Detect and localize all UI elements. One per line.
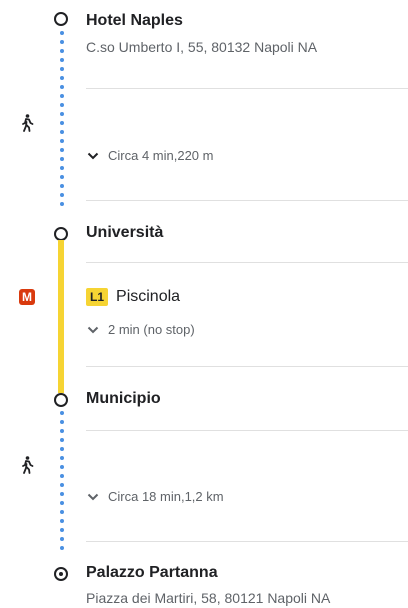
divider xyxy=(86,262,408,263)
destination-marker-icon xyxy=(54,567,68,581)
line-badge: L1 xyxy=(86,288,109,306)
chevron-down-icon xyxy=(87,493,99,500)
municipio-stop-marker xyxy=(54,393,68,407)
divider xyxy=(86,430,408,431)
origin-name[interactable]: Hotel Naples xyxy=(86,12,183,30)
metro-icon: M xyxy=(19,289,35,305)
municipio-stop-name[interactable]: Municipio xyxy=(86,390,161,408)
universita-stop-name[interactable]: Università xyxy=(86,224,163,242)
divider xyxy=(86,200,408,201)
universita-stop-marker xyxy=(54,227,68,241)
transit-summary: 2 min (no stop) xyxy=(108,322,195,337)
walk-1-expander[interactable]: Circa 4 min,220 m xyxy=(86,148,213,163)
walking-icon xyxy=(20,114,34,137)
transit-expander[interactable]: 2 min (no stop) xyxy=(86,322,195,337)
metro-line-segment xyxy=(58,240,64,393)
divider xyxy=(86,541,408,542)
walk-2-summary: Circa 18 min,1,2 km xyxy=(108,489,224,504)
destination-name[interactable]: Palazzo Partanna xyxy=(86,564,218,582)
walk-path-1 xyxy=(60,31,64,211)
divider xyxy=(86,366,408,367)
divider xyxy=(86,88,408,89)
walk-1-summary: Circa 4 min,220 m xyxy=(108,148,214,163)
walking-icon xyxy=(20,456,34,479)
chevron-down-icon xyxy=(87,152,99,159)
transit-line-row[interactable]: L1 Piscinola xyxy=(86,288,180,306)
destination-address: Piazza dei Martiri, 58, 80121 Napoli NA xyxy=(86,590,331,606)
origin-address: C.so Umberto I, 55, 80132 Napoli NA xyxy=(86,39,318,55)
walk-path-2 xyxy=(60,411,64,555)
origin-stop-marker xyxy=(54,12,68,26)
line-direction: Piscinola xyxy=(116,288,181,305)
chevron-down-icon xyxy=(87,326,99,333)
walk-2-expander[interactable]: Circa 18 min,1,2 km xyxy=(86,489,224,504)
